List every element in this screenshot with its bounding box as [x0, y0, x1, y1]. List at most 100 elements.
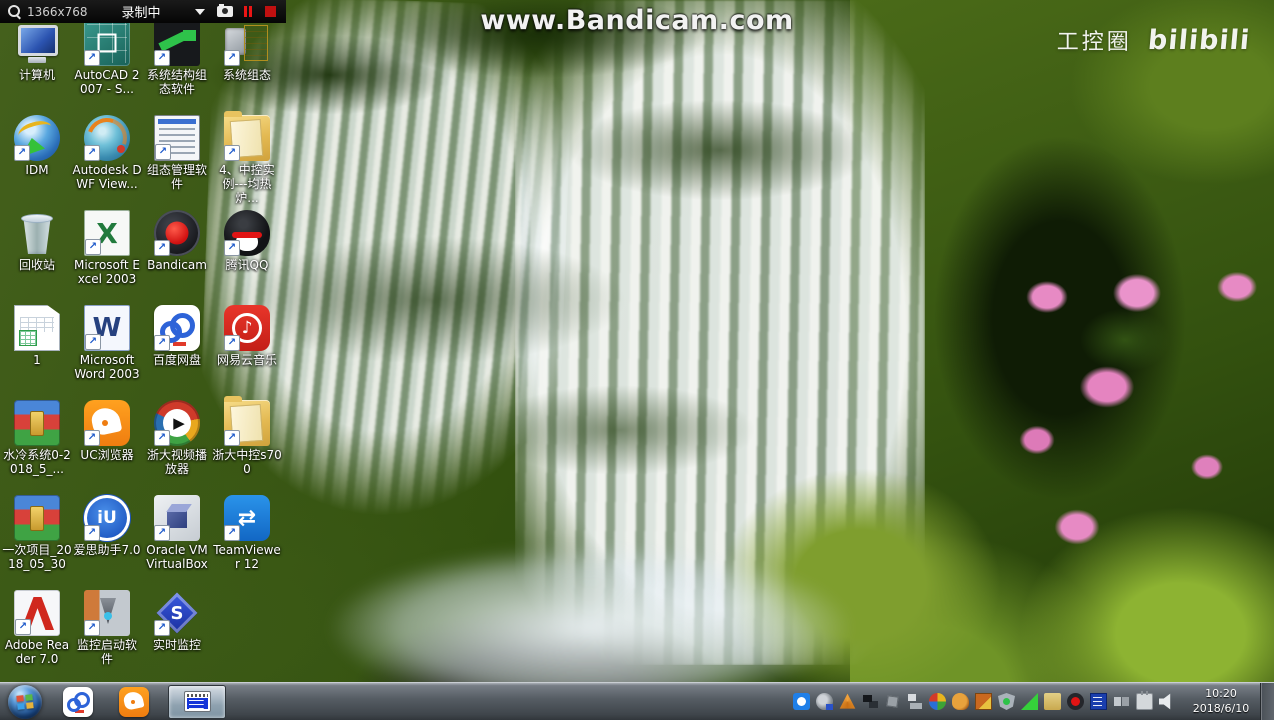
- desktop-icon-shuileng-rar[interactable]: 水冷系统0-2018_5_...: [2, 396, 72, 491]
- qq-icon: ↗: [224, 210, 270, 256]
- baidupan-icon: ↗: [154, 305, 200, 351]
- bandicam-record-tray-icon[interactable]: [1067, 693, 1084, 710]
- desktop-icon-label: 组态管理软件: [146, 163, 207, 191]
- taskbar: 10:20 2018/6/10: [0, 682, 1274, 720]
- magnifier-icon[interactable]: [8, 5, 21, 18]
- desktop-icon-yici-rar[interactable]: 一次项目_2018_05_30: [2, 491, 72, 586]
- photo-clipboard-tray-icon[interactable]: [975, 693, 992, 710]
- network-pcs-tray-icon[interactable]: [862, 693, 879, 710]
- desktop-icon-label: Bandicam: [147, 258, 207, 272]
- desktop-icon-label: UC浏览器: [80, 448, 134, 462]
- desktop-icon-cfgmgr[interactable]: ↗ 组态管理软件: [142, 111, 212, 206]
- gears-update-tray-icon[interactable]: [816, 693, 833, 710]
- gray-panels-tray-icon[interactable]: [1113, 693, 1130, 710]
- shortcut-arrow-icon: ↗: [155, 144, 171, 160]
- computer-icon: [14, 20, 60, 66]
- word-icon: W ↗: [84, 305, 130, 351]
- desktop-icon-netease-music[interactable]: ♪ ↗ 网易云音乐: [212, 301, 282, 396]
- desktop-icon-sysstruct[interactable]: ↗ 系统结构组态软件: [142, 16, 212, 111]
- desktop-icon-zju-s700-folder[interactable]: ↗ 浙大中控s700: [212, 396, 282, 491]
- bandicam-icon: ↗: [154, 210, 200, 256]
- teamviewer-tray-icon[interactable]: [793, 693, 810, 710]
- shortcut-arrow-icon: ↗: [84, 145, 100, 161]
- shortcut-arrow-icon: ↗: [154, 240, 170, 256]
- bandicam-recorder-bar[interactable]: 1366x768 录制中: [0, 0, 286, 23]
- desktop-icon-computer[interactable]: 计算机: [2, 16, 72, 111]
- windows-flag-icon: [16, 693, 34, 710]
- desktop-icon-teamviewer[interactable]: ⇄ ↗ TeamViewer 12: [212, 491, 282, 586]
- desktop-icon-excel-2003[interactable]: X ↗ Microsoft Excel 2003: [72, 206, 142, 301]
- desktop-icon-label: Autodesk DWF View...: [72, 163, 142, 191]
- shortcut-arrow-icon: ↗: [224, 430, 240, 446]
- desktop-icon-label: IDM: [25, 163, 49, 177]
- desktop-icon-autocad[interactable]: ↗ AutoCAD 2007 - S...: [72, 16, 142, 111]
- desktop-icon-syscfg[interactable]: ↗ 系统组态: [212, 16, 282, 111]
- plug-device-tray-icon[interactable]: [1136, 691, 1153, 710]
- desktop-icon-dwf-viewer[interactable]: ↗ Autodesk DWF View...: [72, 111, 142, 206]
- shortcut-arrow-icon: ↗: [84, 525, 100, 541]
- wallpaper-moss-right: [850, 0, 1274, 720]
- channel-watermark: 工控圈 bilibili: [1057, 24, 1252, 56]
- show-desktop-button[interactable]: [1260, 682, 1274, 720]
- pause-icon[interactable]: [244, 6, 252, 17]
- start-button[interactable]: [8, 684, 42, 719]
- winrar-icon: [14, 400, 60, 446]
- desktop-icon-label: 腾讯QQ: [225, 258, 269, 272]
- wallpaper-waterfall-center: [515, 0, 925, 665]
- screenshot-camera-icon[interactable]: [217, 4, 233, 17]
- recycle-orange-tray-icon[interactable]: [839, 693, 856, 709]
- desktop-icon-zju-player[interactable]: ▶ ↗ 浙大视频播放器: [142, 396, 212, 491]
- taskbar-uc-browser-button[interactable]: [114, 685, 154, 719]
- pc-printer-tray-icon[interactable]: [906, 693, 923, 710]
- desktop-icon-label: AutoCAD 2007 - S...: [74, 68, 140, 96]
- desktop-icon-idm[interactable]: ↗ IDM: [2, 111, 72, 206]
- shortcut-arrow-icon: ↗: [224, 145, 240, 161]
- taskbar-clock[interactable]: 10:20 2018/6/10: [1184, 687, 1258, 717]
- desktop-icon-label: 系统结构组态软件: [146, 68, 207, 96]
- desktop-icon-uc-browser[interactable]: ↗ UC浏览器: [72, 396, 142, 491]
- desktop-icon-doc-1[interactable]: 1: [2, 301, 72, 396]
- desktop-icon-recycle-bin[interactable]: 回收站: [2, 206, 72, 301]
- desktop-icon-aisi-assistant[interactable]: iU ↗ 爱思助手7.0: [72, 491, 142, 586]
- shortcut-arrow-icon: ↗: [85, 239, 101, 255]
- desktop-icon-label: 系统组态: [222, 68, 271, 82]
- desktop-icon-zhongkong-folder[interactable]: ↗ 4、中控实例---均热炉...: [212, 111, 282, 206]
- shield-check-tray-icon[interactable]: [998, 693, 1015, 710]
- desktop-icon-word-2003[interactable]: W ↗ Microsoft Word 2003: [72, 301, 142, 396]
- snail-tray-icon[interactable]: [952, 693, 969, 710]
- bandicam-watermark: www.Bandicam.com: [480, 5, 794, 36]
- desktop-icon-label: 监控启动软件: [76, 638, 137, 666]
- desktop-icon-label: 爱思助手7.0: [73, 543, 141, 557]
- desktop-icon-label: 百度网盘: [152, 353, 201, 367]
- baidu-netdisk-icon: [63, 686, 93, 717]
- colorful-arrows-tray-icon[interactable]: [929, 693, 946, 710]
- shortcut-arrow-icon: ↗: [224, 525, 240, 541]
- desktop-icon-tencent-qq[interactable]: ↗ 腾讯QQ: [212, 206, 282, 301]
- shortcut-arrow-icon: ↗: [154, 620, 170, 636]
- desktop-icon-realtime-monitor[interactable]: S ↗ 实时监控: [142, 586, 212, 681]
- shortcut-arrow-icon: ↗: [154, 335, 170, 351]
- shortcut-arrow-icon: ↗: [84, 430, 100, 446]
- speaker-tray-icon[interactable]: [1159, 693, 1171, 710]
- excel-icon: X ↗: [84, 210, 130, 256]
- signal-green-tray-icon[interactable]: [1021, 693, 1038, 710]
- folder-face-tray-icon[interactable]: [1044, 693, 1061, 710]
- desktop-icon-label: 4、中控实例---均热炉...: [219, 163, 275, 205]
- shortcut-arrow-icon: ↗: [84, 620, 100, 636]
- dropdown-arrow-icon[interactable]: [195, 8, 205, 15]
- desktop-icon-baidu-netdisk[interactable]: ↗ 百度网盘: [142, 301, 212, 396]
- taskbar-active-window-button[interactable]: [168, 684, 226, 719]
- blue-screen-tray-icon[interactable]: [1090, 693, 1107, 710]
- wallpaper-pink-flowers: [975, 235, 1274, 605]
- gray-cube-tray-icon[interactable]: [886, 695, 899, 708]
- desktop-icon-label: 实时监控: [152, 638, 201, 652]
- desktop-icon-virtualbox[interactable]: ↗ Oracle VM VirtualBox: [142, 491, 212, 586]
- scada-window-icon: [183, 691, 211, 712]
- aisi-icon: iU ↗: [84, 495, 130, 541]
- desktop-icon-bandicam[interactable]: ↗ Bandicam: [142, 206, 212, 301]
- taskbar-baidu-netdisk-button[interactable]: [58, 685, 98, 719]
- stop-icon[interactable]: [265, 6, 276, 17]
- winrar-icon: [14, 495, 60, 541]
- desktop-icon-monitor-start[interactable]: ↗ 监控启动软件: [72, 586, 142, 681]
- desktop-icon-adobe-reader[interactable]: ↗ Adobe Reader 7.0: [2, 586, 72, 681]
